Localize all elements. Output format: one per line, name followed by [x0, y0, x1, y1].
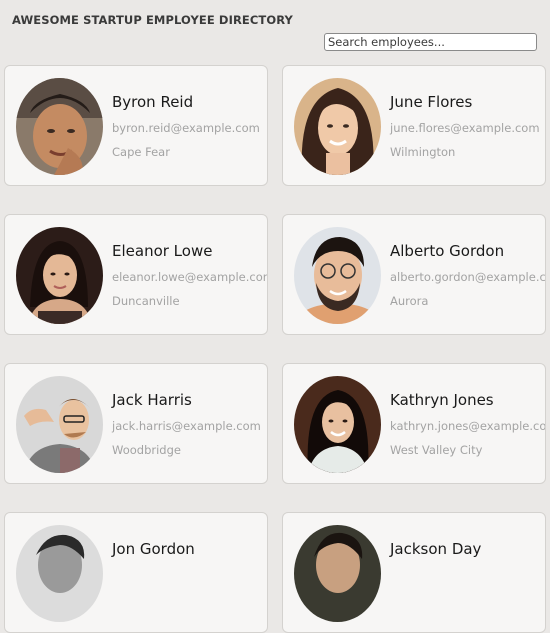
avatar	[294, 78, 381, 175]
employee-city: Cape Fear	[112, 145, 170, 159]
avatar	[16, 78, 103, 175]
avatar	[16, 227, 103, 324]
employee-city: West Valley City	[390, 443, 483, 457]
employee-city: Duncanville	[112, 294, 180, 308]
employee-name: Jon Gordon	[112, 540, 195, 558]
employee-email: byron.reid@example.com	[112, 121, 260, 135]
employee-name: Jack Harris	[112, 391, 192, 409]
employee-email: alberto.gordon@example.com	[390, 270, 546, 284]
employee-card[interactable]: Kathryn Jones kathryn.jones@example.com …	[282, 363, 546, 484]
employee-name: Jackson Day	[390, 540, 482, 558]
avatar	[294, 525, 381, 622]
employee-card[interactable]: June Flores june.flores@example.com Wilm…	[282, 65, 546, 186]
employee-card[interactable]: Jackson Day	[282, 512, 546, 633]
employee-email: eleanor.lowe@example.com	[112, 270, 268, 284]
search-input[interactable]	[324, 33, 537, 51]
employee-card[interactable]: Eleanor Lowe eleanor.lowe@example.com Du…	[4, 214, 268, 335]
employee-email: kathryn.jones@example.com	[390, 419, 546, 433]
employee-city: Aurora	[390, 294, 429, 308]
employee-name: Alberto Gordon	[390, 242, 505, 260]
employee-city: Wilmington	[390, 145, 456, 159]
avatar	[294, 376, 381, 473]
employee-email: june.flores@example.com	[390, 121, 540, 135]
employee-name: Eleanor Lowe	[112, 242, 213, 260]
employee-name: June Flores	[390, 93, 473, 111]
employee-email: jack.harris@example.com	[112, 419, 261, 433]
employee-name: Byron Reid	[112, 93, 194, 111]
avatar	[294, 227, 381, 324]
employee-name: Kathryn Jones	[390, 391, 494, 409]
employee-card[interactable]: Byron Reid byron.reid@example.com Cape F…	[4, 65, 268, 186]
employee-card[interactable]: Jack Harris jack.harris@example.com Wood…	[4, 363, 268, 484]
employee-card[interactable]: Alberto Gordon alberto.gordon@example.co…	[282, 214, 546, 335]
employee-card[interactable]: Jon Gordon	[4, 512, 268, 633]
page-title: AWESOME STARTUP EMPLOYEE DIRECTORY	[12, 13, 293, 27]
avatar	[16, 525, 103, 622]
avatar	[16, 376, 103, 473]
employee-city: Woodbridge	[112, 443, 181, 457]
